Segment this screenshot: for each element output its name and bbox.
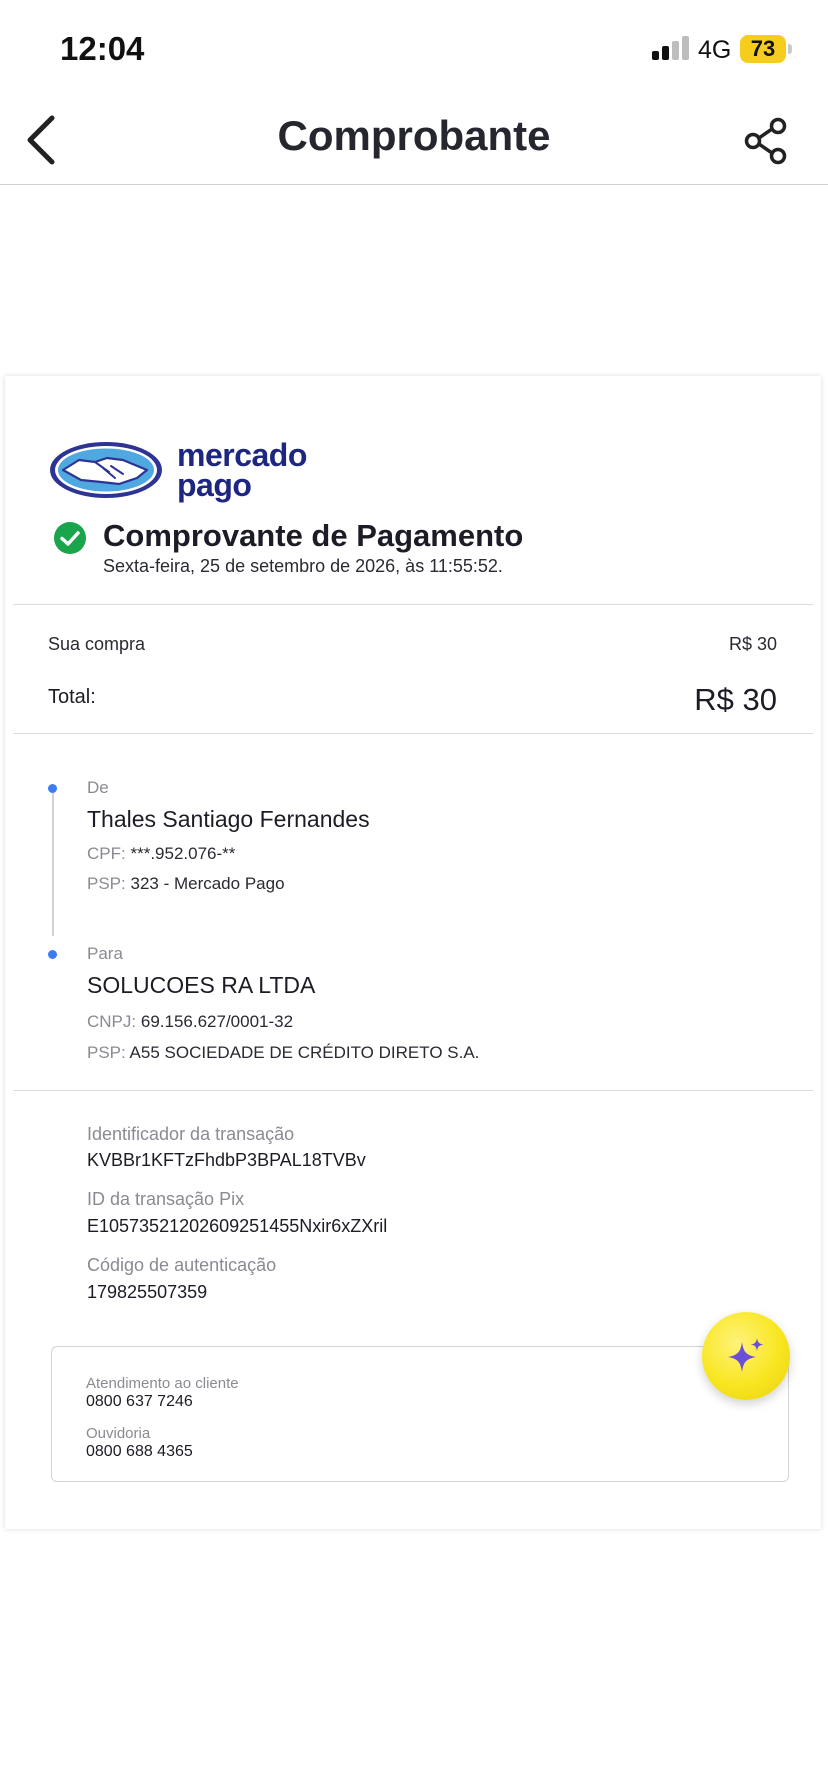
auth-code-label: Código de autenticação: [87, 1255, 277, 1275]
battery-icon: 73: [740, 35, 792, 63]
share-icon[interactable]: [742, 116, 792, 166]
purchase-value: R$ 30: [728, 634, 777, 654]
sender-document: CPF: ***.952.076-**: [87, 844, 235, 864]
brand-line-2: pago: [177, 467, 252, 503]
sender-psp: PSP: 323 - Mercado Pago: [87, 874, 285, 894]
purchase-label: Sua compra: [48, 634, 146, 654]
auth-code-value: 179825507359: [87, 1282, 208, 1302]
support-label: Atendimento ao cliente: [86, 1375, 239, 1392]
receipt-title: Comprovante de Pagamento: [103, 518, 524, 553]
transaction-id-label: Identificador da transação: [87, 1124, 295, 1144]
recipient-psp: PSP: A55 SOCIEDADE DE CRÉDITO DIRETO S.A…: [87, 1043, 479, 1063]
timeline-dot: [48, 784, 57, 793]
sender-label: De: [87, 778, 109, 797]
recipient-document: CNPJ: 69.156.627/0001-32: [87, 1012, 293, 1032]
transaction-id-value: KVBBr1KFTzFhdbP3BPAL18TVBv: [87, 1150, 366, 1170]
pix-id-label: ID da transação Pix: [87, 1189, 245, 1209]
divider: [13, 1090, 813, 1091]
ombudsman-phone[interactable]: 0800 688 4365: [86, 1443, 193, 1461]
page-title: Comprobante: [277, 112, 551, 159]
divider: [13, 733, 813, 734]
brand-line-1: mercado: [177, 437, 307, 473]
receipt-date: Sexta-feira, 25 de setembro de 2026, às …: [103, 556, 503, 576]
sender-name: Thales Santiago Fernandes: [87, 806, 370, 832]
timeline-dot: [48, 950, 57, 959]
sender-document-value: ***.952.076-**: [130, 844, 236, 863]
network-type: 4G: [698, 36, 732, 64]
recipient-name: SOLUCOES RA LTDA: [87, 972, 316, 998]
recipient-document-value: 69.156.627/0001-32: [140, 1012, 294, 1031]
recipient-document-key: CNPJ:: [87, 1012, 137, 1031]
divider: [13, 604, 813, 605]
support-phone[interactable]: 0800 637 7246: [86, 1393, 193, 1411]
handshake-icon: [50, 442, 162, 498]
recipient-label: Para: [87, 944, 123, 963]
receipt-card: mercado pago Comprovante de Pagamento Se…: [5, 376, 821, 1529]
sender-document-key: CPF:: [87, 844, 126, 863]
navigation-bar: Comprobante: [0, 100, 828, 185]
sender-psp-key: PSP:: [87, 874, 126, 893]
sparkle-icon: [728, 1338, 764, 1372]
total-label: Total:: [48, 686, 96, 708]
total-value: R$ 30: [694, 682, 777, 717]
contact-info-box: Atendimento ao cliente 0800 637 7246 Ouv…: [51, 1346, 789, 1482]
pix-id-value: E10573521202609251455Nxir6xZXril: [87, 1216, 388, 1236]
ombudsman-label: Ouvidoria: [86, 1425, 151, 1442]
status-time: 12:04: [60, 30, 145, 67]
recipient-psp-value: A55 SOCIEDADE DE CRÉDITO DIRETO S.A.: [129, 1043, 480, 1062]
recipient-psp-key: PSP:: [87, 1043, 126, 1062]
check-circle-icon: [54, 522, 86, 554]
cellular-signal-icon: [652, 36, 692, 60]
brand-wordmark: mercado pago: [177, 437, 307, 503]
assistant-fab-button[interactable]: [702, 1312, 790, 1400]
mercado-pago-logo: mercado pago: [49, 439, 307, 504]
status-bar: 12:04 4G 73: [0, 0, 828, 100]
timeline-line: [52, 788, 54, 936]
battery-level: 73: [750, 36, 776, 61]
sender-psp-value: 323 - Mercado Pago: [130, 874, 285, 893]
